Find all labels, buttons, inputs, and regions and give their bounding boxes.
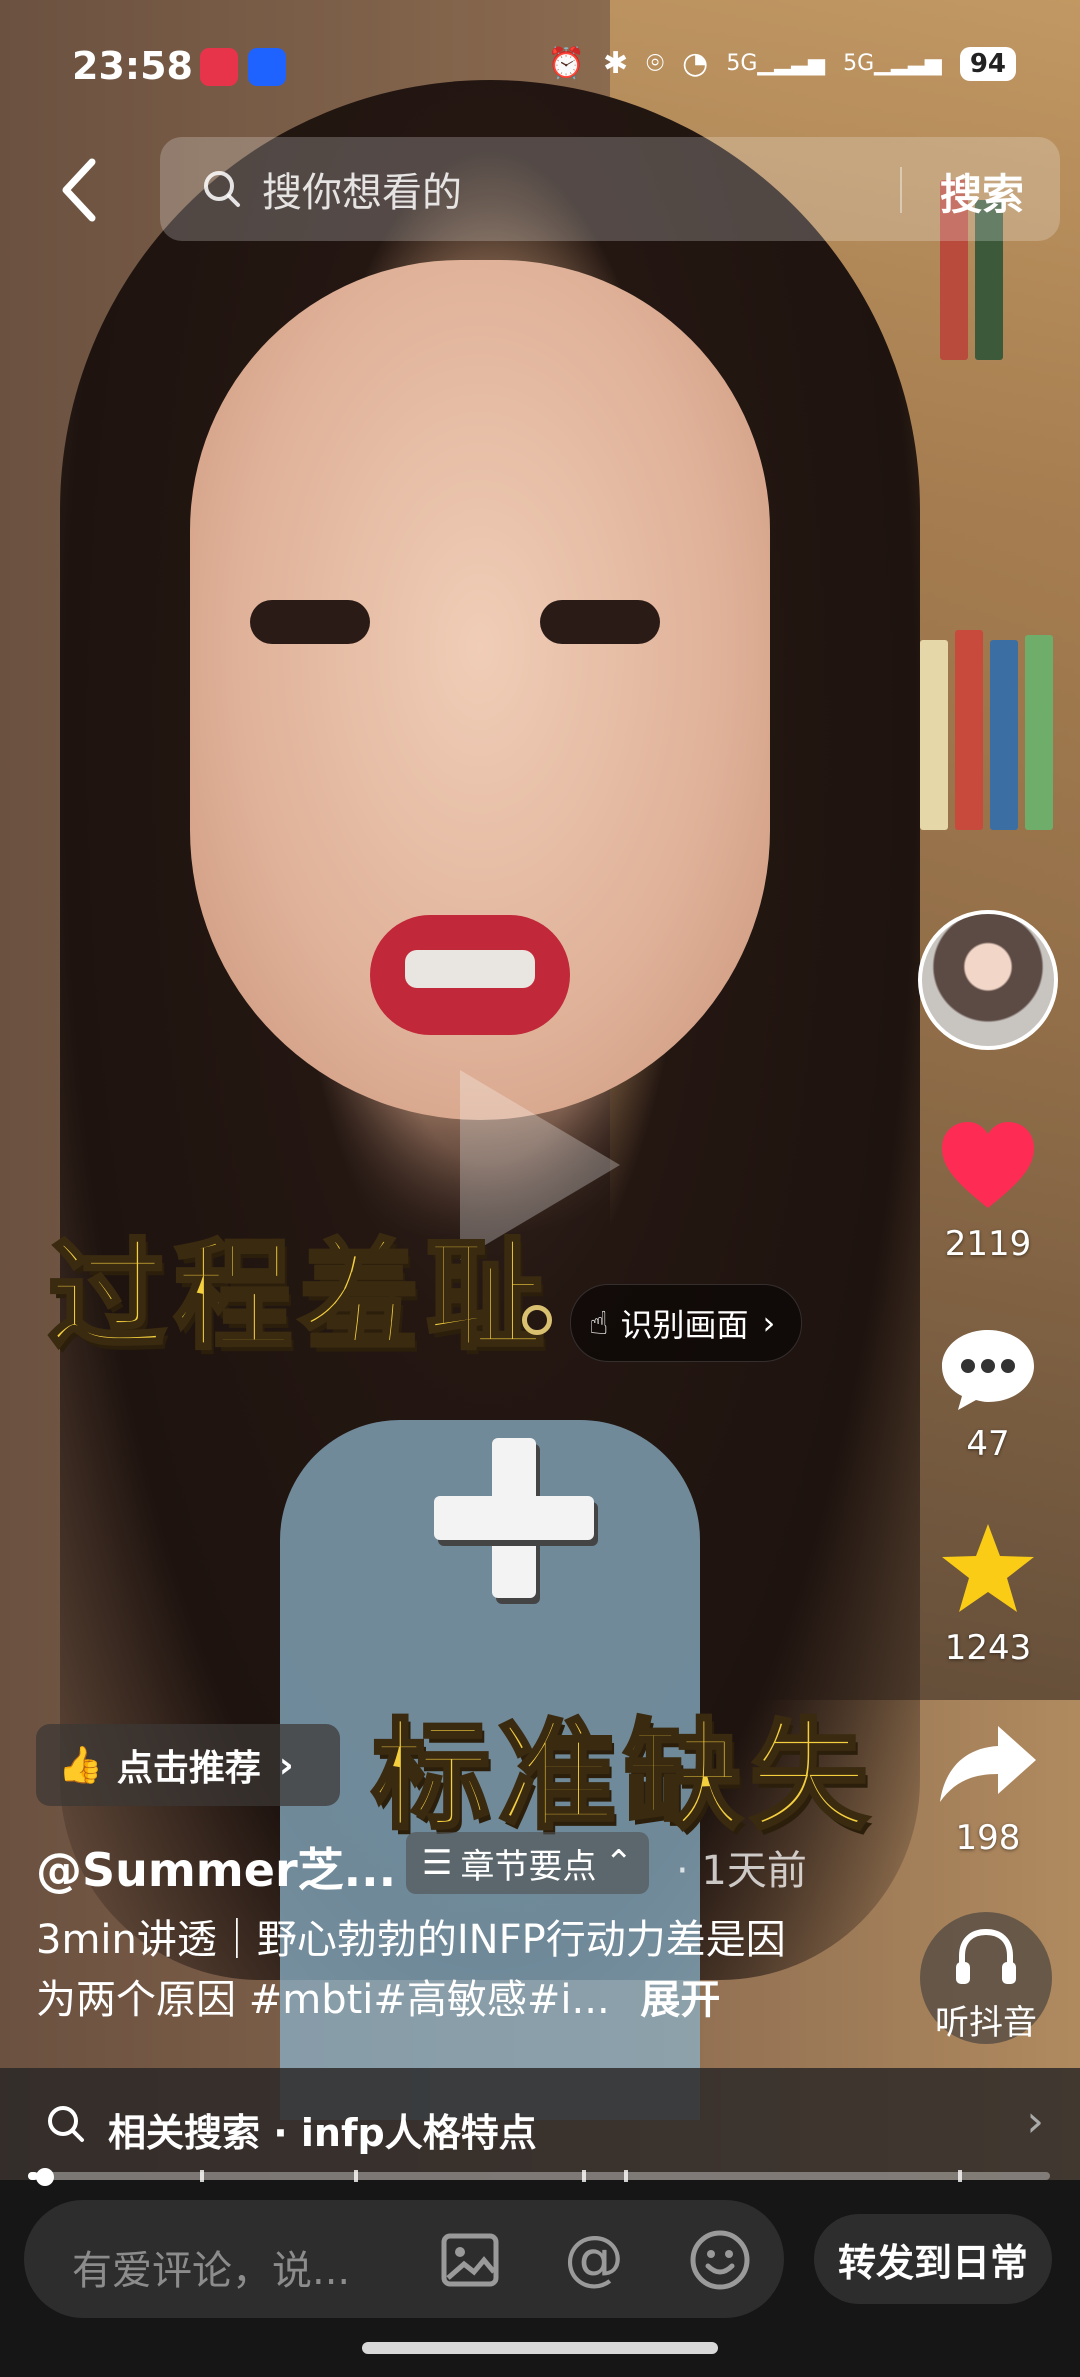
chapter-marker [200, 2170, 204, 2182]
chapter-marker [624, 2170, 628, 2182]
list-icon: ☰ [422, 1843, 453, 1883]
home-indicator[interactable] [362, 2342, 718, 2354]
author-avatar[interactable] [918, 910, 1058, 1050]
image-icon[interactable] [440, 2230, 500, 2290]
svg-text:@: @ [564, 2228, 624, 2292]
thumbs-up-icon: 👍 [58, 1745, 103, 1786]
chevron-right-icon: › [762, 1304, 776, 1342]
search-icon [48, 2106, 84, 2142]
signal-icon: 5G▁▂▃▅ [843, 51, 942, 76]
author-name[interactable]: @Summer芝... [36, 1834, 396, 1900]
alarm-icon: ⏰ [547, 46, 586, 81]
book [920, 640, 948, 830]
expand-link[interactable]: 展开 [640, 1977, 720, 2023]
recommend-button[interactable]: 👍 点击推荐 › [36, 1724, 340, 1806]
status-time: 23:58 [72, 44, 193, 88]
chevron-up-icon: ⌃ [604, 1843, 633, 1883]
share-to-daily-button[interactable]: 转发到日常 [814, 2214, 1052, 2304]
location-icon: ⌾ [646, 46, 665, 81]
book [1025, 635, 1053, 830]
mention-icon[interactable]: @ [562, 2228, 626, 2292]
star-icon [942, 1524, 1034, 1612]
search-icon [204, 171, 240, 207]
comment-count: 47 [966, 1424, 1010, 1464]
related-search-bar[interactable]: 相关搜索 · infp人格特点 › [0, 2068, 1080, 2180]
comment-icon [942, 1330, 1034, 1410]
chevron-left-icon [62, 158, 96, 222]
comment-input[interactable]: 有爱评论，说... [72, 2238, 350, 2296]
video-caption-line1: 过程羞耻 [46, 1225, 553, 1367]
chevron-right-icon: › [278, 1744, 294, 1786]
chapter-marker [958, 2170, 962, 2182]
comment-button[interactable]: 47 [918, 1326, 1058, 1464]
like-button[interactable]: 2119 [918, 1120, 1058, 1264]
video-caption-line2: 标准缺失 [370, 1705, 877, 1847]
person-eye [250, 600, 370, 644]
heart-icon [942, 1122, 1034, 1208]
battery-indicator: 94 [959, 46, 1016, 81]
share-button[interactable]: 198 [918, 1722, 1058, 1858]
headphones-icon [956, 1928, 1016, 1984]
person-eye [540, 600, 660, 644]
listen-label: 听抖音 [935, 2003, 1037, 2043]
chapter-marker [582, 2170, 586, 2182]
app-notification-icon [248, 48, 286, 86]
chapter-marker [354, 2170, 358, 2182]
status-icons: ⏰ ✱ ⌾ ◔ 5G▁▂▃▅ 5G▁▂▃▅ 94 [548, 46, 1016, 81]
post-description[interactable]: 3min讲透｜野心勃勃的INFP行动力差是因为两个原因 #mbti#高敏感#i.… [36, 1910, 816, 2030]
chapter-points-button[interactable]: ☰ 章节要点 ⌃ [406, 1832, 649, 1894]
recommend-label: 点击推荐 [116, 1748, 261, 1789]
related-search-label: 相关搜索 · infp人格特点 [108, 2111, 537, 2155]
wifi-icon: ◔ [682, 46, 709, 81]
focus-dot-icon [522, 1305, 552, 1335]
recognize-label: 识别画面 [620, 1306, 749, 1344]
search-button[interactable]: 搜索 [940, 161, 1024, 222]
favorite-button[interactable]: 1243 [918, 1520, 1058, 1668]
post-time: · 1天前 [676, 1848, 807, 1894]
signal-icon: 5G▁▂▃▅ [726, 51, 826, 76]
app-notification-icon [200, 48, 238, 86]
divider [900, 167, 902, 213]
like-count: 2119 [944, 1224, 1032, 1264]
chevron-right-icon: › [1026, 2096, 1044, 2147]
plus-graphic [434, 1438, 594, 1598]
status-bar: 23:58 ⏰ ✱ ⌾ ◔ 5G▁▂▃▅ 5G▁▂▃▅ 94 [0, 0, 1080, 130]
search-bar[interactable]: 搜你想看的 搜索 [160, 137, 1060, 241]
bluetooth-icon: ✱ [603, 46, 629, 81]
hand-tap-icon: ☝ [589, 1304, 609, 1342]
person-teeth [405, 950, 535, 988]
progress-handle[interactable] [36, 2168, 54, 2186]
chapter-label: 章节要点 [460, 1846, 597, 1887]
recognize-image-button[interactable]: ☝ 识别画面 › [570, 1284, 803, 1362]
back-button[interactable] [48, 150, 118, 230]
favorite-count: 1243 [944, 1628, 1032, 1668]
book [990, 640, 1018, 830]
search-input[interactable]: 搜你想看的 [262, 160, 462, 218]
book [955, 630, 983, 830]
emoji-icon[interactable] [688, 2228, 752, 2292]
video-progress-bar[interactable] [28, 2172, 1050, 2180]
share-count: 198 [955, 1818, 1021, 1858]
share-arrow-icon [940, 1726, 1036, 1802]
